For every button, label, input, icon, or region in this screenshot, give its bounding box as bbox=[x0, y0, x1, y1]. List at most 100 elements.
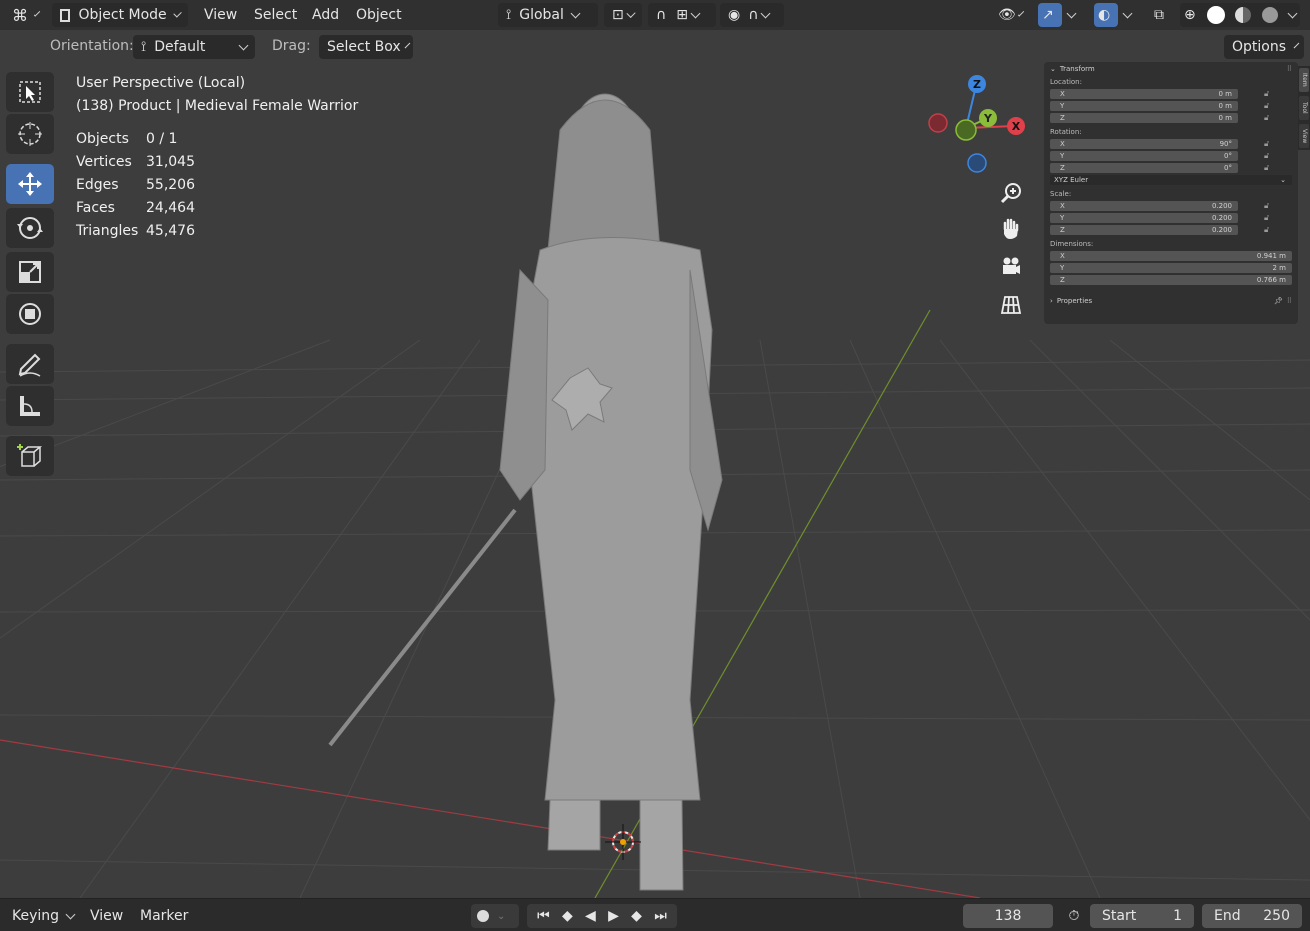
timeline-marker-menu[interactable]: Marker bbox=[140, 904, 189, 928]
jump-start-icon[interactable]: ⏮ bbox=[537, 908, 550, 924]
zoom-button[interactable] bbox=[994, 176, 1028, 210]
navigation-gizmo[interactable]: Y Z X bbox=[920, 70, 1040, 180]
mode-label: Object Mode bbox=[78, 7, 167, 23]
tab-item[interactable]: Item bbox=[1299, 68, 1309, 92]
keying-dropdown[interactable]: Keying bbox=[4, 904, 76, 928]
menu-select[interactable]: Select bbox=[246, 3, 305, 27]
editor-type-button[interactable]: ⌘ bbox=[4, 3, 46, 27]
stat-label: Edges bbox=[76, 177, 119, 193]
shading-group[interactable]: ⊕ bbox=[1180, 3, 1300, 27]
lock-icon[interactable]: 🔓︎ bbox=[1264, 163, 1276, 173]
play-icon[interactable]: ▶ bbox=[608, 908, 619, 924]
visibility-dropdown[interactable]: 👁 bbox=[990, 3, 1030, 27]
lock-icon[interactable]: 🔓︎ bbox=[1264, 151, 1276, 161]
menu-view[interactable]: View bbox=[196, 3, 245, 27]
play-reverse-icon[interactable]: ◀ bbox=[585, 908, 596, 924]
location-z-field[interactable]: Z 0 m bbox=[1050, 113, 1238, 123]
menu-add[interactable]: Add bbox=[304, 3, 347, 27]
stat-value: 55,206 bbox=[146, 177, 195, 193]
perspective-toggle-button[interactable] bbox=[994, 288, 1028, 322]
transform-panel-header[interactable]: ⌄ Transform ⠿ bbox=[1044, 62, 1298, 76]
material-shading-icon[interactable] bbox=[1235, 7, 1252, 23]
overlays-toggle[interactable]: ◐ bbox=[1094, 3, 1118, 27]
next-keyframe-icon[interactable]: ◆ bbox=[631, 908, 642, 924]
drag-handle-icon[interactable]: ⠿ bbox=[1287, 297, 1292, 305]
wireframe-shading-icon[interactable]: ⊕ bbox=[1184, 7, 1196, 23]
measure-tool[interactable] bbox=[6, 386, 54, 426]
drag-dropdown[interactable]: Select Box bbox=[319, 35, 413, 59]
neg-x-axis-handle[interactable] bbox=[928, 113, 948, 133]
transform-tool[interactable] bbox=[6, 294, 54, 334]
properties-panel-header[interactable]: › Properties 📌︎ ⠿ bbox=[1044, 294, 1298, 308]
scale-y-field[interactable]: Y 0.200 bbox=[1050, 213, 1238, 223]
lock-icon[interactable]: 🔓︎ bbox=[1264, 139, 1276, 149]
rotation-mode-value: XYZ Euler bbox=[1054, 176, 1089, 184]
rotation-z-field[interactable]: Z 0° bbox=[1050, 163, 1238, 173]
overlays-dropdown[interactable] bbox=[1118, 3, 1142, 27]
neg-z-axis-handle[interactable] bbox=[967, 153, 987, 173]
end-frame-field[interactable]: End 250 bbox=[1202, 904, 1302, 928]
xray-toggle[interactable]: ⧉ bbox=[1150, 3, 1174, 27]
gizmo-dropdown[interactable] bbox=[1062, 3, 1086, 27]
rotation-label: Rotation: bbox=[1050, 128, 1082, 136]
dimensions-label: Dimensions: bbox=[1050, 240, 1094, 248]
gizmo-toggle[interactable]: ↗ bbox=[1038, 3, 1062, 27]
rotation-y-field[interactable]: Y 0° bbox=[1050, 151, 1238, 161]
scale-tool[interactable] bbox=[6, 252, 54, 292]
start-frame-field[interactable]: Start 1 bbox=[1090, 904, 1194, 928]
stat-value: 45,476 bbox=[146, 223, 195, 239]
location-x-field[interactable]: X 0 m bbox=[1050, 89, 1238, 99]
drag-handle-icon[interactable]: ⠿ bbox=[1287, 65, 1292, 73]
object-info: (138) Product | Medieval Female Warrior bbox=[76, 98, 359, 114]
lock-icon[interactable]: 🔓︎ bbox=[1264, 89, 1276, 99]
camera-view-button[interactable] bbox=[994, 250, 1028, 284]
lock-icon[interactable]: 🔓︎ bbox=[1264, 113, 1276, 123]
move-tool[interactable] bbox=[6, 164, 54, 204]
timeline-view-menu[interactable]: View bbox=[90, 904, 124, 928]
neg-y-axis-handle[interactable] bbox=[955, 119, 977, 141]
current-frame-field[interactable]: 138 bbox=[963, 904, 1053, 928]
rotation-x-field[interactable]: X 90° bbox=[1050, 139, 1238, 149]
tab-view[interactable]: View bbox=[1299, 124, 1309, 148]
dimensions-z-field[interactable]: Z 0.766 m bbox=[1050, 275, 1292, 285]
options-dropdown[interactable]: Options bbox=[1224, 35, 1304, 59]
pin-icon[interactable]: 📌︎ bbox=[1274, 297, 1283, 305]
rotate-tool[interactable] bbox=[6, 208, 54, 248]
cursor-tool[interactable] bbox=[6, 114, 54, 154]
dimensions-x-field[interactable]: X 0.941 m bbox=[1050, 251, 1292, 261]
snap-group[interactable]: ∩ ⊞ bbox=[648, 3, 716, 27]
rendered-shading-icon[interactable] bbox=[1262, 7, 1279, 23]
annotate-tool[interactable] bbox=[6, 344, 54, 384]
orientation-dropdown[interactable]: ⟟ Default bbox=[133, 35, 255, 59]
lock-icon[interactable]: 🔓︎ bbox=[1264, 201, 1276, 211]
gizmo-icon: ↗ bbox=[1042, 7, 1054, 23]
pan-button[interactable] bbox=[994, 212, 1028, 246]
axis-label: Z bbox=[1060, 226, 1065, 234]
mode-dropdown[interactable]: Object Mode bbox=[52, 3, 188, 27]
select-box-tool[interactable] bbox=[6, 72, 54, 112]
solid-shading-icon[interactable] bbox=[1206, 6, 1225, 24]
jump-end-icon[interactable]: ⏭ bbox=[654, 908, 667, 924]
field-value: 0.200 bbox=[1211, 226, 1232, 234]
dimensions-y-field[interactable]: Y 2 m bbox=[1050, 263, 1292, 273]
lock-icon[interactable]: 🔓︎ bbox=[1264, 225, 1276, 235]
drag-value: Select Box bbox=[327, 39, 401, 55]
preview-range-toggle[interactable]: ⏱ bbox=[1060, 904, 1088, 928]
menu-object[interactable]: Object bbox=[348, 3, 410, 27]
add-cube-tool[interactable] bbox=[6, 436, 54, 476]
lock-icon[interactable]: 🔓︎ bbox=[1264, 101, 1276, 111]
scale-x-field[interactable]: X 0.200 bbox=[1050, 201, 1238, 211]
viewport-header: ⌘ Object Mode View Select Add Object ⟟ G… bbox=[0, 0, 1310, 30]
field-value: 0.941 m bbox=[1256, 252, 1286, 260]
location-y-field[interactable]: Y 0 m bbox=[1050, 101, 1238, 111]
auto-keying-toggle[interactable]: ⌄ bbox=[471, 904, 519, 928]
proportional-edit-group[interactable]: ◉ ∩ bbox=[720, 3, 784, 27]
orientation-label: Orientation: bbox=[50, 38, 134, 54]
rotation-mode-dropdown[interactable]: XYZ Euler ⌄ bbox=[1050, 175, 1292, 185]
prev-keyframe-icon[interactable]: ◆ bbox=[562, 908, 573, 924]
transform-orientation-dropdown[interactable]: ⟟ Global bbox=[498, 3, 598, 27]
scale-z-field[interactable]: Z 0.200 bbox=[1050, 225, 1238, 235]
lock-icon[interactable]: 🔓︎ bbox=[1264, 213, 1276, 223]
pivot-point-dropdown[interactable]: ⊡ bbox=[604, 3, 642, 27]
tab-tool[interactable]: Tool bbox=[1299, 96, 1309, 120]
